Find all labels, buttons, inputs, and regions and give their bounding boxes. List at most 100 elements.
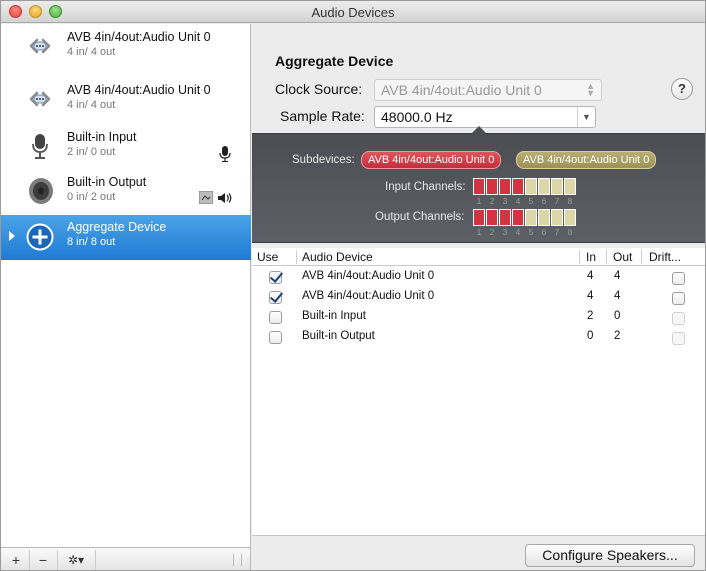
drift-correction-checkbox[interactable] (672, 312, 685, 325)
input-channel-cell[interactable] (525, 178, 537, 195)
output-channel-cell[interactable] (551, 209, 563, 226)
in-cell: 2 (587, 310, 594, 322)
device-item-built-in-output[interactable]: Built-in Output 0 in/ 2 out (1, 169, 251, 214)
input-channel-cell[interactable] (473, 178, 485, 195)
audio-devices-window: Audio Devices AVB 4in/4out:Audio Unit 0 … (0, 0, 706, 571)
resize-grip-icon[interactable] (233, 554, 242, 566)
audio-device-cell: AVB 4in/4out:Audio Unit 0 (302, 290, 435, 302)
device-io: 4 in/ 4 out (67, 99, 116, 111)
table-header: Use Audio Device In Out Drift... (252, 248, 705, 266)
sample-rate-label: Sample Rate: (280, 108, 365, 124)
channel-number: 8 (567, 196, 573, 206)
use-checkbox[interactable] (269, 271, 282, 284)
input-channel-cell[interactable] (551, 178, 563, 195)
channel-assignment-panel: Subdevices: AVB 4in/4out:Audio Unit 0 AV… (252, 126, 705, 243)
device-name: Aggregate Device (67, 220, 167, 234)
sample-rate-popup[interactable]: 48000.0 Hz ▼ (374, 106, 596, 128)
channel-number: 6 (541, 227, 547, 237)
clock-source-label: Clock Source: (275, 81, 363, 97)
system-output-icon (199, 191, 213, 204)
device-list: AVB 4in/4out:Audio Unit 0 4 in/ 4 out AV… (1, 24, 251, 547)
subdevices-label: Subdevices: (292, 154, 355, 166)
input-channel-cell[interactable] (564, 178, 576, 195)
channel-number: 6 (541, 196, 547, 206)
microphone-icon (32, 134, 48, 159)
audio-device-cell: Built-in Output (302, 330, 375, 342)
input-channel-cell[interactable] (486, 178, 498, 195)
output-channel-cell[interactable] (512, 209, 524, 226)
disclosure-triangle-icon[interactable] (9, 231, 15, 241)
remove-device-button[interactable]: − (31, 551, 55, 569)
input-channel-cell[interactable] (512, 178, 524, 195)
use-checkbox[interactable] (269, 331, 282, 344)
use-checkbox[interactable] (269, 291, 282, 304)
output-channel-numbers: 1 2 3 4 5 6 7 8 (473, 227, 576, 237)
column-header-use[interactable]: Use (257, 250, 278, 264)
subdevice-table: Use Audio Device In Out Drift... AVB 4in… (252, 248, 705, 535)
popup-stepper-icon: ▲ ▼ (586, 81, 595, 98)
add-device-button[interactable]: + (5, 551, 27, 569)
configure-speakers-button[interactable]: Configure Speakers... (525, 544, 695, 567)
out-cell: 4 (614, 270, 621, 282)
device-name: AVB 4in/4out:Audio Unit 0 (67, 83, 211, 97)
device-name: Built-in Input (67, 130, 137, 144)
default-output-speaker-icon (218, 193, 232, 203)
output-channel-cell[interactable] (564, 209, 576, 226)
output-channel-cell[interactable] (538, 209, 550, 226)
subdevice-pill-1[interactable]: AVB 4in/4out:Audio Unit 0 (361, 151, 502, 169)
input-channel-grid (473, 178, 576, 195)
output-channel-cell[interactable] (486, 209, 498, 226)
drift-correction-checkbox[interactable] (672, 292, 685, 305)
device-item-avb-2[interactable]: AVB 4in/4out:Audio Unit 0 4 in/ 4 out (1, 77, 251, 122)
channel-number: 2 (489, 196, 495, 206)
output-channel-grid (473, 209, 576, 226)
network-icon (29, 38, 51, 54)
clock-source-value: AVB 4in/4out:Audio Unit 0 (381, 82, 542, 98)
channel-number: 4 (515, 196, 521, 206)
window-title: Audio Devices (311, 5, 395, 20)
column-header-in[interactable]: In (586, 250, 596, 264)
use-checkbox[interactable] (269, 311, 282, 324)
title-bar: Audio Devices (1, 1, 705, 23)
audio-device-cell: AVB 4in/4out:Audio Unit 0 (302, 270, 435, 282)
device-io: 0 in/ 2 out (67, 191, 116, 203)
chevron-down-icon: ▼ (577, 107, 595, 127)
output-channel-cell[interactable] (525, 209, 537, 226)
drift-correction-checkbox[interactable] (672, 332, 685, 345)
drift-correction-checkbox[interactable] (672, 272, 685, 285)
bottom-bar: Configure Speakers... (252, 535, 705, 570)
device-item-built-in-input[interactable]: Built-in Input 2 in/ 0 out (1, 124, 251, 169)
input-channel-cell[interactable] (499, 178, 511, 195)
output-channel-cell[interactable] (499, 209, 511, 226)
column-header-audio-device[interactable]: Audio Device (302, 250, 373, 264)
input-channel-cell[interactable] (538, 178, 550, 195)
out-cell: 4 (614, 290, 621, 302)
device-item-aggregate[interactable]: Aggregate Device 8 in/ 8 out (1, 215, 251, 260)
table-row: Built-in Output 0 2 (252, 327, 705, 347)
table-row: AVB 4in/4out:Audio Unit 0 4 4 (252, 287, 705, 307)
clock-source-popup[interactable]: AVB 4in/4out:Audio Unit 0 ▲ ▼ (374, 79, 602, 101)
channel-number: 2 (489, 227, 495, 237)
channel-number: 1 (476, 227, 482, 237)
device-item-avb-1[interactable]: AVB 4in/4out:Audio Unit 0 4 in/ 4 out (1, 24, 251, 69)
audio-device-cell: Built-in Input (302, 310, 366, 322)
channel-number: 4 (515, 227, 521, 237)
output-channels-label: Output Channels: (375, 211, 465, 223)
column-header-drift[interactable]: Drift... (649, 250, 681, 264)
gear-menu-button[interactable]: ✲▾ (59, 551, 93, 569)
channel-number: 7 (554, 227, 560, 237)
network-icon (29, 91, 51, 107)
channel-number: 3 (502, 227, 508, 237)
sample-rate-value: 48000.0 Hz (381, 109, 453, 125)
speaker-icon (29, 178, 53, 204)
table-row: Built-in Input 2 0 (252, 307, 705, 327)
column-header-out[interactable]: Out (613, 250, 632, 264)
help-button[interactable]: ? (671, 78, 693, 100)
device-title: Aggregate Device (275, 53, 394, 69)
add-icon (26, 223, 54, 251)
in-cell: 4 (587, 290, 594, 302)
subdevice-pill-2[interactable]: AVB 4in/4out:Audio Unit 0 (516, 151, 657, 169)
input-channel-numbers: 1 2 3 4 5 6 7 8 (473, 196, 576, 206)
channel-number: 7 (554, 196, 560, 206)
output-channel-cell[interactable] (473, 209, 485, 226)
